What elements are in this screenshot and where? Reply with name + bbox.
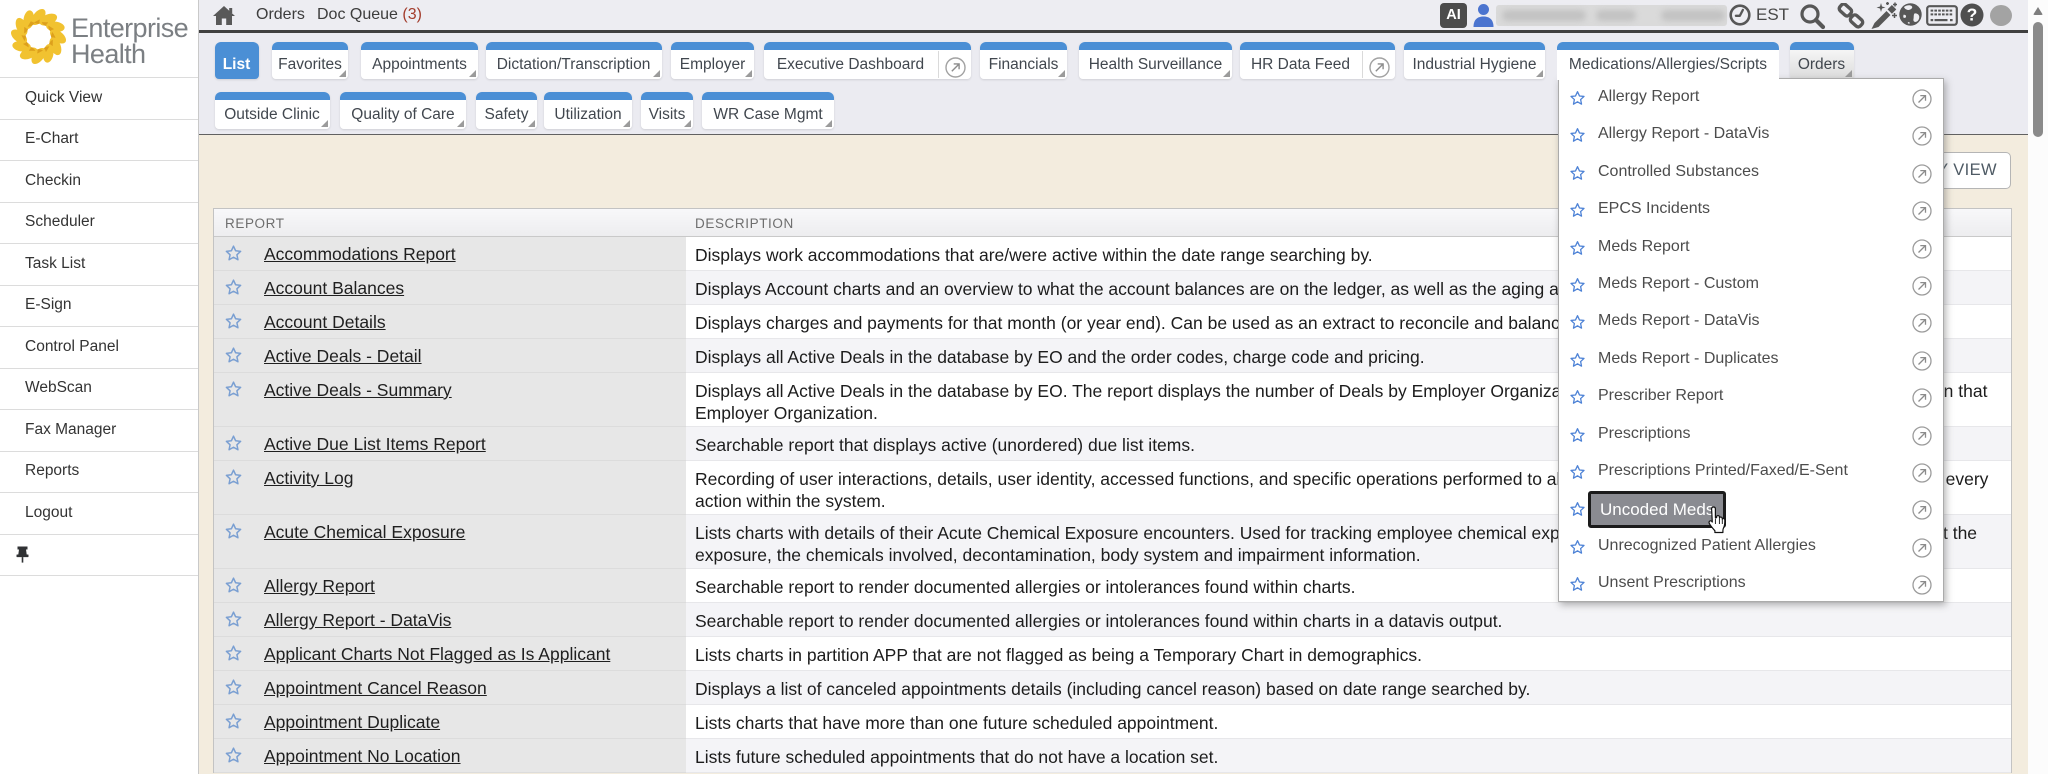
svg-text:?: ? (1967, 5, 1978, 25)
